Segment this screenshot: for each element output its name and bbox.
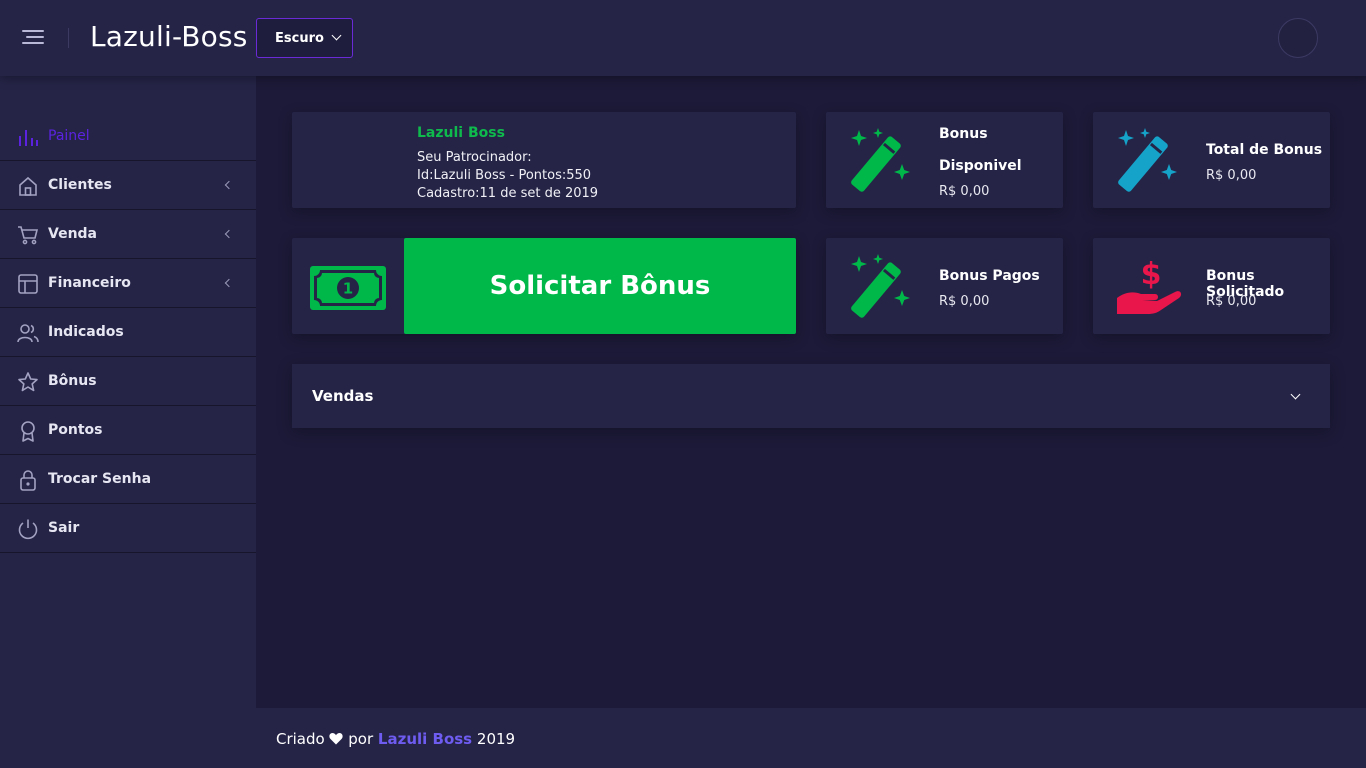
sidebar-item-label: Bônus [48,373,97,389]
total-bonus-card: Total de Bonus R$ 0,00 [1093,112,1330,208]
sponsor-label: Seu Patrocinador: [417,150,532,165]
sidebar-item-painel[interactable]: Painel [0,112,256,161]
avatar[interactable] [1278,18,1318,58]
chevron-down-icon [331,30,342,41]
magic-wand-icon [1118,128,1177,192]
app-title: Lazuli-Boss [90,20,248,53]
footer-text: Criado por Lazuli Boss 2019 [276,730,515,748]
register-date: Cadastro:11 de set de 2019 [417,186,599,201]
sidebar-item-bonus[interactable]: Bônus [0,357,256,406]
sidebar: Painel Clientes Venda Financeiro Indicad… [0,76,256,768]
home-icon [19,176,37,196]
bonus-disponivel-card: Bonus Disponivel R$ 0,00 [826,112,1063,208]
sidebar-item-label: Sair [48,520,80,536]
bar-chart-icon [19,130,38,146]
footer-prefix: Criado [276,730,325,748]
footer-brand-link[interactable]: Lazuli Boss [378,730,472,748]
sidebar-item-label: Financeiro [48,275,131,291]
total-bonus-title: Total de Bonus [1206,142,1323,158]
sidebar-item-label: Clientes [48,177,112,193]
lock-icon [20,470,36,491]
footer-by: por [348,730,374,748]
cart-icon [18,226,39,245]
magic-wand-icon [851,254,910,318]
sidebar-item-indicados[interactable]: Indicados [0,308,256,357]
money-bill-icon: 1 [310,266,386,310]
bonus-disponivel-title-line2: Disponivel [939,158,1022,174]
total-bonus-value: R$ 0,00 [1206,168,1257,183]
sponsor-id: Id:Lazuli Boss - Pontos:550 [417,168,592,183]
theme-select[interactable]: Escuro [256,18,353,58]
sidebar-item-venda[interactable]: Venda [0,210,256,259]
chevron-left-icon [224,278,234,288]
bonus-disponivel-value: R$ 0,00 [939,184,990,199]
bonus-solicitado-card: $ Bonus Solicitado R$ 0,00 [1093,238,1330,334]
bonus-disponivel-title-line1: Bonus [939,126,988,142]
vendas-label: Vendas [312,387,374,405]
sidebar-item-pontos[interactable]: Pontos [0,406,256,455]
profile-card: Lazuli Boss Seu Patrocinador: Id:Lazuli … [292,112,796,208]
magic-wand-icon [851,128,910,192]
profile-name: Lazuli Boss [417,125,505,141]
bonus-pagos-title: Bonus Pagos [939,268,1040,284]
sidebar-item-trocar-senha[interactable]: Trocar Senha [0,455,256,504]
sidebar-item-label: Venda [48,226,97,242]
chevron-left-icon [224,229,234,239]
request-bonus-button[interactable]: Solicitar Bônus [404,238,796,334]
chevron-down-icon [1290,389,1301,400]
heart-icon [329,733,344,745]
bonus-pagos-card: Bonus Pagos R$ 0,00 [826,238,1063,334]
sidebar-item-clientes[interactable]: Clientes [0,161,256,210]
sidebar-item-sair[interactable]: Sair [0,504,256,553]
hand-dollar-icon: $ [1117,257,1182,314]
svg-text:1: 1 [343,280,353,298]
power-icon [18,519,38,540]
top-header: Lazuli-Boss Escuro [0,0,1366,76]
theme-select-value: Escuro [275,30,324,46]
layout-icon [18,274,38,294]
footer-year: 2019 [476,730,516,748]
sidebar-item-label: Painel [48,128,90,144]
chevron-left-icon [224,180,234,190]
users-icon [17,324,39,343]
sidebar-item-label: Indicados [48,324,124,340]
bonus-solicitado-value: R$ 0,00 [1206,294,1257,309]
svg-text:$: $ [1141,257,1162,292]
award-icon [21,421,35,442]
sidebar-item-financeiro[interactable]: Financeiro [0,259,256,308]
footer: Criado por Lazuli Boss 2019 [256,708,1366,768]
star-icon [18,372,38,392]
sidebar-item-label: Pontos [48,422,103,438]
header-divider [68,28,69,48]
sidebar-item-label: Trocar Senha [48,471,152,487]
menu-toggle-icon[interactable] [22,28,46,48]
bonus-pagos-value: R$ 0,00 [939,294,990,309]
vendas-accordion[interactable]: Vendas [292,364,1330,428]
